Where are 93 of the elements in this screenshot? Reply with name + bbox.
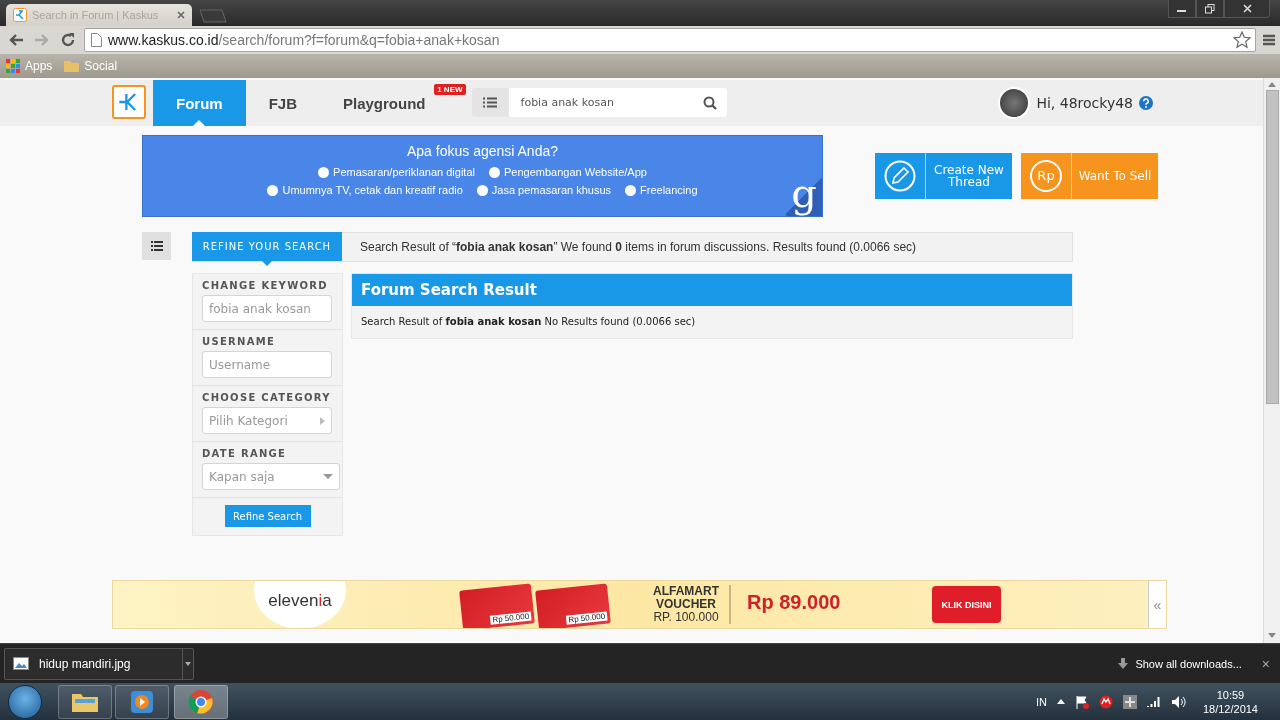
clock[interactable]: 10:59 18/12/2014 [1202, 687, 1258, 716]
sell-button[interactable]: Rp Want To Sell [1021, 153, 1158, 199]
image-file-icon [13, 657, 29, 670]
list-icon [483, 97, 498, 108]
taskbar-button[interactable] [174, 684, 228, 719]
google-logo: g [786, 176, 822, 216]
radio-option[interactable]: Pengembangan Website/App [489, 166, 647, 178]
input-field[interactable]: fobia anak kosan [202, 295, 332, 322]
filter-label: USERNAME [202, 336, 277, 347]
menu-icon[interactable] [1262, 33, 1276, 47]
scrollbar[interactable] [1263, 78, 1280, 643]
search-summary: Search Result of “fobia anak kosan” We found 0 items in forum discussions. Results found (0.0066 sec) [359, 239, 917, 256]
rupiah-icon: Rp [1030, 160, 1062, 192]
show-all-downloads-link[interactable]: Show all downloads... [1135, 657, 1242, 670]
signal-icon[interactable] [1146, 695, 1161, 708]
taskbar-button[interactable] [58, 684, 112, 719]
radio-option[interactable]: Pemasaran/periklanan digital [318, 166, 475, 178]
radio-option[interactable]: Freelancing [625, 184, 698, 196]
restore-icon [1205, 3, 1215, 14]
ad-banner[interactable]: elevenia Rp 50.000 Rp 50.000 ALFAMART VOUCHER RP. 100.000 Rp 89.000 KLIK DISINI « [112, 580, 1167, 629]
nav-tab[interactable]: FJB [245, 80, 320, 126]
voucher-card: Rp 50.000 [535, 583, 611, 628]
taskbar-button[interactable] [115, 684, 169, 719]
browser-icon [188, 688, 214, 715]
radio-button[interactable] [318, 166, 330, 178]
category-list-button[interactable] [471, 88, 509, 117]
list-icon [150, 241, 163, 251]
radio-button[interactable] [625, 184, 637, 196]
radio-button[interactable] [476, 184, 488, 196]
radio-button[interactable] [489, 166, 500, 178]
filter-label: CHANGE KEYWORD [202, 280, 329, 291]
minimize-button[interactable] [1168, 0, 1196, 18]
page-icon [91, 33, 102, 47]
plus-icon[interactable] [1122, 694, 1137, 709]
folder-icon [64, 60, 80, 72]
scroll-down-icon[interactable] [1268, 633, 1276, 639]
language-indicator[interactable]: IN [1035, 695, 1047, 708]
bookmark-item[interactable]: Apps [6, 59, 53, 73]
voucher-text: ALFAMART VOUCHER RP. 100.000 [653, 585, 731, 624]
help-icon[interactable] [1139, 96, 1153, 110]
dropdown-field[interactable]: Kapan saja [202, 463, 340, 490]
nav-tab[interactable]: Forum [153, 80, 246, 126]
filter-label: DATE RANGE [202, 448, 288, 459]
radio-option[interactable]: Umumnya TV, cetak dan kreatif radio [267, 184, 463, 196]
address-bar[interactable]: www.kaskus.co.id/search/forum?f=forum&q=fobia+anak+kosan [84, 28, 1256, 52]
ad-title: Apa fokus agensi Anda? [407, 143, 558, 159]
caret-icon[interactable] [1056, 699, 1065, 704]
radio-option[interactable]: Jasa pemasaran khusus [476, 184, 612, 196]
close-icon[interactable] [177, 11, 185, 19]
favicon-icon [13, 8, 27, 22]
apps-icon [6, 59, 20, 73]
url-text: www.kaskus.co.id/search/forum?f=forum&q=fobia+anak+kosan [108, 32, 501, 48]
search-icon[interactable] [702, 95, 717, 110]
menu-button[interactable] [182, 648, 193, 679]
close-button[interactable] [1224, 0, 1270, 18]
sidebar-toggle[interactable] [142, 232, 171, 260]
result-title: Forum Search Result [352, 274, 1072, 306]
download-item[interactable]: hidup mandiri.jpg [4, 647, 194, 680]
collapse-button[interactable]: « [1148, 581, 1166, 628]
caret-icon [185, 661, 191, 666]
category-picker[interactable]: Pilih Kategori [202, 407, 332, 434]
new-badge: 1 NEW [434, 84, 466, 95]
user-greeting[interactable]: Hi, 48rocky48 [1036, 95, 1133, 111]
result-message: Search Result of fobia anak kosan No Results found (0.0066 sec) [360, 315, 697, 329]
bookmark-item[interactable]: Social [64, 59, 118, 73]
download-icon [1117, 657, 1130, 670]
pencil-icon [884, 160, 916, 192]
ad-banner[interactable]: Apa fokus agensi Anda? Pemasaran/periklanan digital Pengembangan Website/App Umumnya TV, cetak dan kreatif radio Jasa pemasaran khusus Freelancing g [142, 135, 823, 217]
nav-tab[interactable]: Playground 1 NEW [320, 80, 470, 126]
restore-button[interactable] [1196, 0, 1224, 18]
caret-icon [323, 474, 333, 479]
speaker-icon[interactable] [1170, 694, 1187, 709]
voucher-card: Rp 50.000 [459, 583, 535, 628]
close-icon [1242, 4, 1252, 13]
caret-icon [320, 416, 325, 425]
avatar[interactable] [998, 87, 1031, 119]
create-thread-button[interactable]: Create New Thread [875, 153, 1012, 199]
start-button[interactable] [8, 684, 42, 719]
radio-button[interactable] [267, 184, 279, 196]
refine-search-button[interactable]: Refine Search [224, 505, 311, 527]
cta-button[interactable]: KLIK DISINI [932, 586, 1001, 623]
logo-icon[interactable] [112, 85, 146, 119]
brand-logo: elevenia [254, 581, 346, 628]
media-player-icon [130, 689, 154, 714]
refine-tab[interactable]: REFINE YOUR SEARCH [192, 232, 342, 266]
price-text: Rp 89.000 [747, 591, 841, 614]
flag-icon[interactable] [1074, 694, 1089, 709]
input-field[interactable]: Username [202, 351, 332, 378]
scroll-up-icon[interactable] [1268, 82, 1276, 88]
search-field[interactable]: fobia anak kosan [508, 88, 727, 117]
filter-label: CHOOSE CATEGORY [202, 392, 332, 403]
close-button[interactable]: × [1261, 655, 1270, 672]
star-icon[interactable] [1233, 31, 1251, 49]
